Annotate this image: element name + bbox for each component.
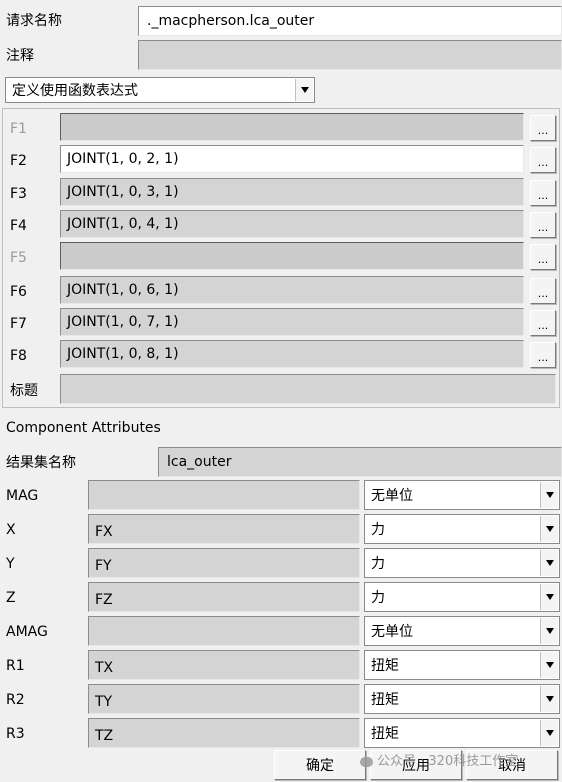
function-input-f7[interactable]: JOINT(1, 0, 7, 1) [60, 308, 524, 336]
ellipsis-icon: ... [537, 286, 549, 300]
chevron-down-icon[interactable] [540, 516, 558, 542]
function-browse-button-f1[interactable]: ... [530, 115, 556, 141]
function-input-f8[interactable]: JOINT(1, 0, 8, 1) [60, 340, 524, 368]
attr-label-r3: R3 [6, 726, 25, 742]
ellipsis-icon: ... [537, 318, 549, 332]
result-set-label: 结果集名称 [6, 455, 76, 471]
ok-button[interactable]: 确定 [274, 750, 366, 780]
result-set-input[interactable]: lca_outer [158, 447, 562, 477]
attr-component-input-mag[interactable] [88, 480, 360, 510]
function-browse-button-f2[interactable]: ... [530, 147, 556, 173]
function-input-f5 [60, 242, 524, 270]
chevron-down-icon[interactable] [295, 79, 313, 101]
unit-select-r3[interactable]: 扭矩 [364, 718, 560, 748]
definition-select[interactable]: 定义使用函数表达式 [5, 77, 315, 103]
function-browse-button-f7[interactable]: ... [530, 310, 556, 336]
function-input-f2[interactable]: JOINT(1, 0, 2, 1) [60, 145, 524, 173]
attr-label-x: X [6, 522, 16, 538]
function-browse-button-f5[interactable]: ... [530, 244, 556, 270]
function-input-f6[interactable]: JOINT(1, 0, 6, 1) [60, 276, 524, 304]
chevron-down-icon[interactable] [540, 618, 558, 644]
function-label-f8: F8 [10, 348, 27, 364]
function-label-f3: F3 [10, 186, 27, 202]
chevron-down-icon[interactable] [540, 584, 558, 610]
title-input[interactable] [60, 374, 556, 404]
title-label: 标题 [10, 383, 38, 399]
unit-select-r2[interactable]: 扭矩 [364, 684, 560, 714]
attr-label-mag: MAG [6, 488, 39, 504]
ellipsis-icon: ... [537, 350, 549, 364]
function-label-f4: F4 [10, 218, 27, 234]
unit-select-value: 无单位 [371, 624, 413, 640]
attr-component-input-z[interactable]: FZ [88, 582, 360, 612]
unit-select-value: 力 [371, 522, 385, 538]
function-browse-button-f8[interactable]: ... [530, 342, 556, 368]
chevron-down-icon[interactable] [540, 550, 558, 576]
function-label-f6: F6 [10, 284, 27, 300]
apply-button[interactable]: 应用 [370, 750, 462, 780]
function-browse-button-f4[interactable]: ... [530, 212, 556, 238]
unit-select-value: 力 [371, 556, 385, 572]
request-name-input[interactable]: ._macpherson.lca_outer [138, 6, 562, 36]
attr-label-y: Y [6, 556, 15, 572]
function-browse-button-f6[interactable]: ... [530, 278, 556, 304]
ellipsis-icon: ... [537, 220, 549, 234]
chevron-down-icon[interactable] [540, 720, 558, 746]
ellipsis-icon: ... [537, 188, 549, 202]
attr-label-z: Z [6, 590, 16, 606]
attr-label-r2: R2 [6, 692, 25, 708]
unit-select-y[interactable]: 力 [364, 548, 560, 578]
unit-select-x[interactable]: 力 [364, 514, 560, 544]
chevron-down-icon[interactable] [540, 482, 558, 508]
function-input-f4[interactable]: JOINT(1, 0, 4, 1) [60, 210, 524, 238]
comment-label: 注释 [6, 48, 34, 64]
function-label-f5: F5 [10, 250, 27, 266]
attr-component-input-y[interactable]: FY [88, 548, 360, 578]
attr-label-r1: R1 [6, 658, 25, 674]
function-input-f3[interactable]: JOINT(1, 0, 3, 1) [60, 178, 524, 206]
function-label-f7: F7 [10, 316, 27, 332]
chevron-down-icon[interactable] [540, 652, 558, 678]
chevron-down-icon[interactable] [540, 686, 558, 712]
function-label-f1: F1 [10, 121, 27, 137]
attr-component-input-r1[interactable]: TX [88, 650, 360, 680]
request-name-label: 请求名称 [6, 13, 62, 29]
attr-label-amag: AMAG [6, 624, 48, 640]
attr-component-input-r3[interactable]: TZ [88, 718, 360, 748]
unit-select-value: 无单位 [371, 488, 413, 504]
ellipsis-icon: ... [537, 123, 549, 137]
unit-select-amag[interactable]: 无单位 [364, 616, 560, 646]
cancel-button[interactable]: 取消 [466, 750, 558, 780]
unit-select-mag[interactable]: 无单位 [364, 480, 560, 510]
unit-select-value: 扭矩 [371, 658, 399, 674]
function-label-f2: F2 [10, 153, 27, 169]
attr-component-input-amag[interactable] [88, 616, 360, 646]
ellipsis-icon: ... [537, 252, 549, 266]
unit-select-value: 扭矩 [371, 692, 399, 708]
component-attributes-heading: Component Attributes [6, 420, 161, 436]
ellipsis-icon: ... [537, 155, 549, 169]
function-input-f1 [60, 113, 524, 141]
attr-component-input-x[interactable]: FX [88, 514, 360, 544]
definition-select-value: 定义使用函数表达式 [12, 83, 138, 99]
unit-select-r1[interactable]: 扭矩 [364, 650, 560, 680]
unit-select-value: 扭矩 [371, 726, 399, 742]
function-browse-button-f3[interactable]: ... [530, 180, 556, 206]
attr-component-input-r2[interactable]: TY [88, 684, 360, 714]
comment-input[interactable] [138, 40, 562, 70]
unit-select-value: 力 [371, 590, 385, 606]
unit-select-z[interactable]: 力 [364, 582, 560, 612]
